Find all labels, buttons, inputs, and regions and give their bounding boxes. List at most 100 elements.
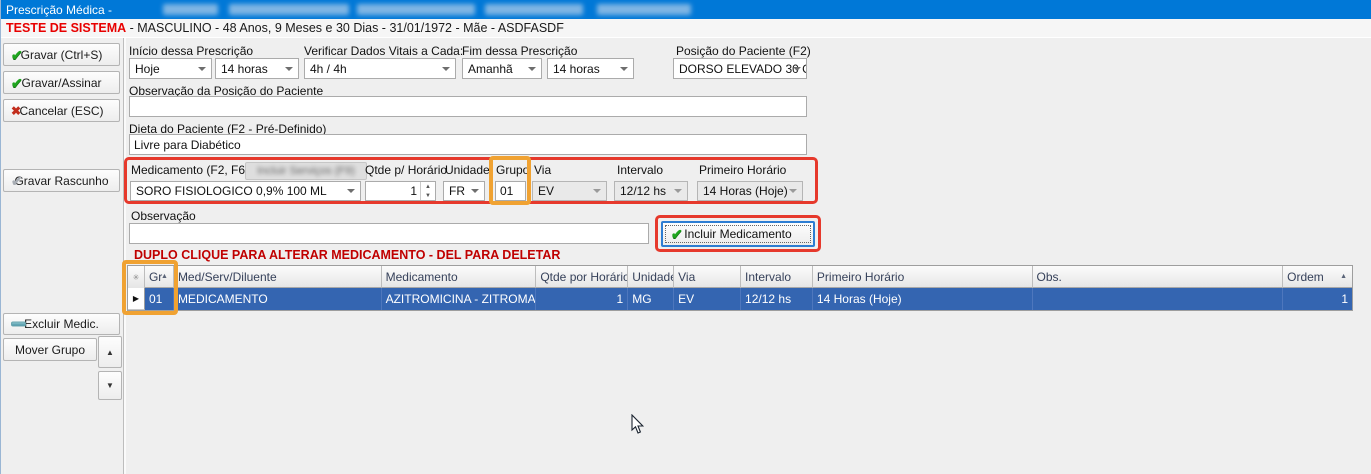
inicio-day-dropdown[interactable]: Hoje bbox=[129, 58, 212, 79]
save-draft-button-label: Gravar Rascunho bbox=[14, 174, 108, 188]
posicao-value: DORSO ELEVADO 30 G bbox=[679, 62, 807, 76]
prescription-window: Prescrição Médica - TESTE DE SISTEMA - M… bbox=[0, 0, 1371, 474]
cell-medicamento[interactable]: AZITROMICINA - ZITROMAX PO INJ. 500 MG bbox=[382, 288, 537, 310]
cell-ordem[interactable]: 1 bbox=[1283, 288, 1352, 310]
fim-label: Fim dessa Prescrição bbox=[462, 44, 577, 58]
posicao-dropdown[interactable]: DORSO ELEVADO 30 G bbox=[673, 58, 807, 79]
medicamento-label: Medicamento (F2, F6) bbox=[131, 163, 249, 177]
window-title: Prescrição Médica - bbox=[6, 3, 112, 17]
chevron-down-icon bbox=[285, 67, 293, 71]
spin-down-icon[interactable]: ▼ bbox=[421, 191, 435, 200]
column-header-ordem[interactable]: Ordem▲ bbox=[1283, 266, 1352, 288]
medication-table: ✳ Gr▲ Med/Serv/Diluente Medicamento Qtde… bbox=[127, 265, 1353, 311]
cell-unidade[interactable]: MG bbox=[628, 288, 674, 310]
move-group-button[interactable]: Mover Grupo bbox=[3, 338, 97, 361]
indicator-header-icon: ✳ bbox=[133, 273, 140, 282]
column-header-primeiro[interactable]: Primeiro Horário bbox=[813, 266, 1033, 288]
grupo-input[interactable] bbox=[495, 181, 526, 201]
inicio-time-dropdown[interactable]: 14 horas bbox=[215, 58, 299, 79]
intervalo-dropdown[interactable]: 12/12 hs bbox=[614, 181, 688, 201]
save-button-label: Gravar (Ctrl+S) bbox=[21, 48, 103, 62]
cell-obs[interactable] bbox=[1033, 288, 1284, 310]
save-button[interactable]: ✔ Gravar (Ctrl+S) bbox=[3, 43, 120, 66]
table-row-selected[interactable]: ▶ 01 MEDICAMENTO AZITROMICINA - ZITROMAX… bbox=[128, 288, 1352, 310]
vitais-dropdown[interactable]: 4h / 4h bbox=[304, 58, 456, 79]
qtde-spinner[interactable]: 1 ▲ ▼ bbox=[365, 181, 436, 201]
primeiro-horario-value: 14 Horas (Hoje) bbox=[703, 184, 788, 198]
spinner-buttons[interactable]: ▲ ▼ bbox=[420, 182, 435, 200]
move-up-button[interactable]: ▲ bbox=[98, 336, 122, 368]
medicamento-dropdown[interactable]: SORO FISIOLOGICO 0,9% 100 ML bbox=[130, 181, 361, 201]
indicator-header-cell: ✳ bbox=[128, 266, 145, 288]
cell-primeiro[interactable]: 14 Horas (Hoje) bbox=[813, 288, 1033, 310]
grupo-label: Grupo bbox=[496, 163, 529, 177]
posicao-label: Posição do Paciente (F2) bbox=[676, 44, 811, 58]
redacted-title-text bbox=[597, 4, 691, 15]
chevron-down-icon bbox=[528, 67, 536, 71]
check-gray-icon: ✔ bbox=[11, 174, 23, 188]
inicio-time-value: 14 horas bbox=[221, 62, 268, 76]
column-header-gr[interactable]: Gr▲ bbox=[145, 266, 174, 288]
x-icon: ✖ bbox=[11, 105, 21, 117]
column-header-tipo[interactable]: Med/Serv/Diluente bbox=[174, 266, 382, 288]
cell-tipo[interactable]: MEDICAMENTO bbox=[174, 288, 382, 310]
inicio-day-value: Hoje bbox=[135, 62, 160, 76]
spin-up-icon[interactable]: ▲ bbox=[421, 182, 435, 191]
delete-medication-label: Excluir Medic. bbox=[24, 317, 99, 331]
cell-qtde[interactable]: 1 bbox=[536, 288, 628, 310]
incluir-servicos-label: Incluir Serviços (F9) bbox=[257, 165, 355, 177]
title-bar: Prescrição Médica - bbox=[1, 0, 1371, 19]
observacao-label: Observação bbox=[131, 209, 196, 223]
incluir-medicamento-button[interactable]: ✔ Incluir Medicamento bbox=[661, 221, 815, 247]
incluir-servicos-button[interactable]: Incluir Serviços (F9) bbox=[245, 162, 367, 180]
sort-asc-icon: ▲ bbox=[1340, 273, 1347, 280]
mouse-cursor bbox=[631, 414, 645, 440]
observacao-input[interactable] bbox=[129, 223, 649, 244]
obs-posicao-input[interactable] bbox=[129, 96, 807, 117]
arrow-up-icon: ▲ bbox=[106, 348, 114, 357]
via-dropdown[interactable]: EV bbox=[532, 181, 607, 201]
chevron-down-icon bbox=[198, 67, 206, 71]
cell-via[interactable]: EV bbox=[674, 288, 741, 310]
chevron-down-icon bbox=[347, 189, 355, 193]
save-draft-button[interactable]: ✔ Gravar Rascunho bbox=[3, 169, 120, 192]
unidade-dropdown[interactable]: FR bbox=[443, 181, 485, 201]
minus-icon bbox=[11, 322, 26, 327]
column-header-qtde[interactable]: Qtde por Horário bbox=[536, 266, 628, 288]
vitais-value: 4h / 4h bbox=[310, 62, 347, 76]
unidade-label: Unidade bbox=[445, 163, 490, 177]
cell-intervalo[interactable]: 12/12 hs bbox=[741, 288, 813, 310]
column-header-intervalo[interactable]: Intervalo bbox=[741, 266, 813, 288]
delete-medication-button[interactable]: Excluir Medic. bbox=[3, 313, 120, 335]
via-value: EV bbox=[538, 184, 554, 198]
arrow-down-icon: ▼ bbox=[106, 381, 114, 390]
fim-time-value: 14 horas bbox=[553, 62, 600, 76]
column-header-via[interactable]: Via bbox=[674, 266, 741, 288]
redacted-title-text bbox=[357, 4, 475, 15]
column-header-medicamento[interactable]: Medicamento bbox=[382, 266, 537, 288]
medicamento-value: SORO FISIOLOGICO 0,9% 100 ML bbox=[136, 184, 327, 198]
chevron-down-icon bbox=[793, 67, 801, 71]
patient-details: - MASCULINO - 48 Anos, 9 Meses e 30 Dias… bbox=[126, 21, 564, 35]
cancel-button[interactable]: ✖ Cancelar (ESC) bbox=[3, 99, 120, 122]
cell-gr[interactable]: 01 bbox=[145, 288, 174, 310]
move-group-label: Mover Grupo bbox=[15, 343, 85, 357]
patient-info-bar: TESTE DE SISTEMA - MASCULINO - 48 Anos, … bbox=[1, 19, 1371, 38]
chevron-down-icon bbox=[620, 67, 628, 71]
check-icon: ✔ bbox=[671, 227, 683, 241]
fim-day-dropdown[interactable]: Amanhã bbox=[462, 58, 542, 79]
primeiro-horario-dropdown[interactable]: 14 Horas (Hoje) bbox=[697, 181, 803, 201]
table-header-row: ✳ Gr▲ Med/Serv/Diluente Medicamento Qtde… bbox=[128, 266, 1352, 288]
dieta-input[interactable] bbox=[129, 134, 807, 155]
chevron-down-icon bbox=[471, 189, 479, 193]
chevron-down-icon bbox=[674, 189, 682, 193]
save-sign-button[interactable]: ✔ Gravar/Assinar bbox=[3, 71, 120, 94]
sort-asc-icon: ▲ bbox=[161, 273, 168, 280]
column-header-obs[interactable]: Obs. bbox=[1033, 266, 1284, 288]
move-down-button[interactable]: ▼ bbox=[98, 371, 122, 400]
column-header-unidade[interactable]: Unidade bbox=[628, 266, 674, 288]
incluir-medicamento-label: Incluir Medicamento bbox=[684, 227, 791, 241]
fim-time-dropdown[interactable]: 14 horas bbox=[547, 58, 634, 79]
sidebar-divider-highlight bbox=[124, 38, 126, 474]
cancel-button-label: Cancelar (ESC) bbox=[19, 104, 103, 118]
